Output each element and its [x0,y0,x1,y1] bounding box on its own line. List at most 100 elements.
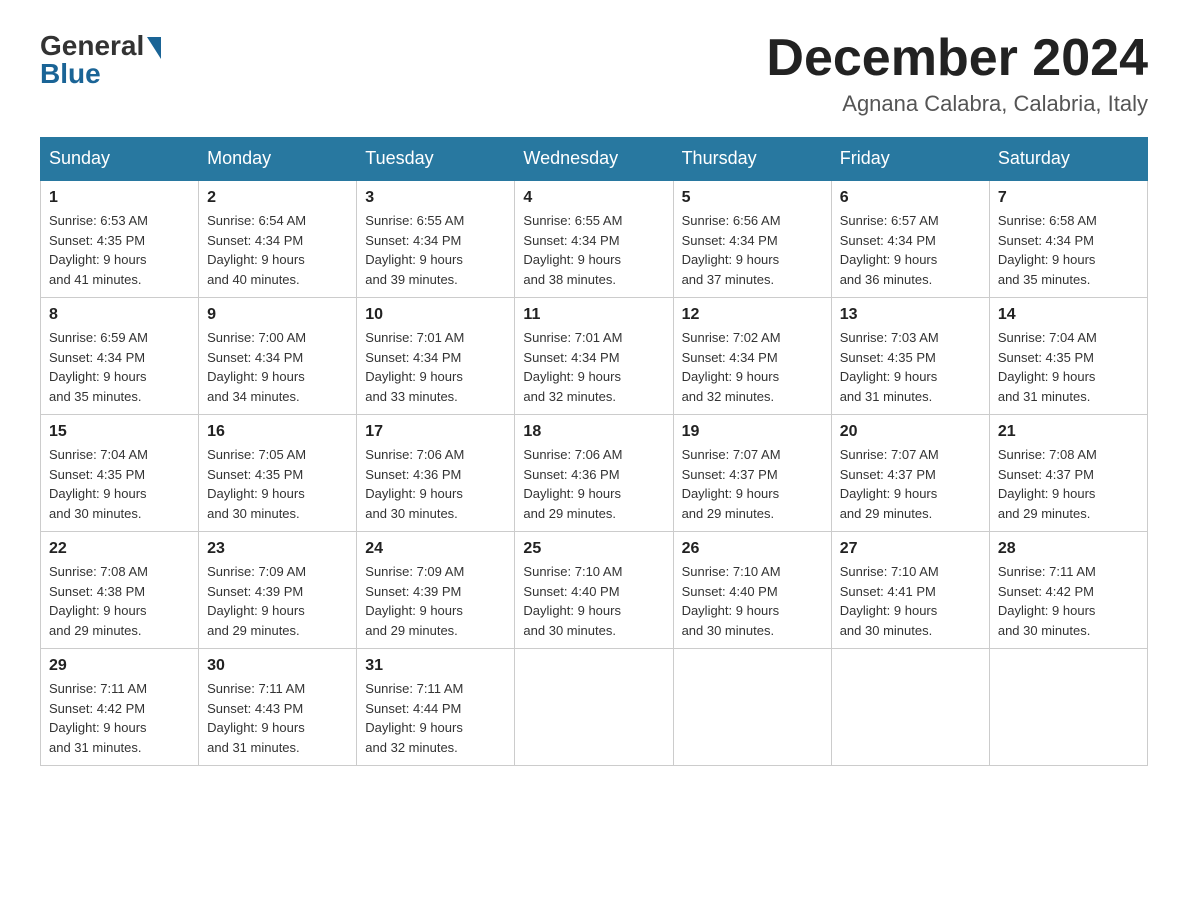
calendar-week-row: 8 Sunrise: 6:59 AMSunset: 4:34 PMDaylight… [41,298,1148,415]
calendar-day-cell: 12 Sunrise: 7:02 AMSunset: 4:34 PMDayligh… [673,298,831,415]
calendar-day-cell: 17Sunrise: 7:06 AMSunset: 4:36 PMDayligh… [357,415,515,532]
day-info: Sunrise: 7:00 AMSunset: 4:34 PMDaylight:… [207,328,348,406]
calendar-week-row: 15Sunrise: 7:04 AMSunset: 4:35 PMDayligh… [41,415,1148,532]
calendar-day-cell: 2 Sunrise: 6:54 AMSunset: 4:34 PMDaylight… [199,180,357,298]
day-number: 25 [523,540,664,558]
day-info: Sunrise: 7:02 AMSunset: 4:34 PMDaylight:… [682,328,823,406]
day-info: Sunrise: 6:59 AMSunset: 4:34 PMDaylight:… [49,328,190,406]
calendar-day-cell: 31 Sunrise: 7:11 AMSunset: 4:44 PMDayligh… [357,649,515,766]
day-info: Sunrise: 7:09 AMSunset: 4:39 PMDaylight:… [365,562,506,640]
day-info: Sunrise: 6:55 AMSunset: 4:34 PMDaylight:… [365,211,506,289]
day-info: Sunrise: 6:53 AMSunset: 4:35 PMDaylight:… [49,211,190,289]
day-number: 7 [998,189,1139,207]
day-number: 21 [998,423,1139,441]
day-number: 1 [49,189,190,207]
day-number: 5 [682,189,823,207]
day-number: 18 [523,423,664,441]
calendar-day-cell: 1 Sunrise: 6:53 AMSunset: 4:35 PMDaylight… [41,180,199,298]
day-number: 23 [207,540,348,558]
day-number: 9 [207,306,348,324]
day-info: Sunrise: 7:09 AMSunset: 4:39 PMDaylight:… [207,562,348,640]
day-info: Sunrise: 7:01 AMSunset: 4:34 PMDaylight:… [523,328,664,406]
calendar-day-cell: 20 Sunrise: 7:07 AMSunset: 4:37 PMDayligh… [831,415,989,532]
day-number: 3 [365,189,506,207]
day-info: Sunrise: 7:01 AMSunset: 4:34 PMDaylight:… [365,328,506,406]
calendar-day-cell: 24Sunrise: 7:09 AMSunset: 4:39 PMDayligh… [357,532,515,649]
calendar-day-cell: 23 Sunrise: 7:09 AMSunset: 4:39 PMDayligh… [199,532,357,649]
day-info: Sunrise: 7:10 AMSunset: 4:41 PMDaylight:… [840,562,981,640]
day-info: Sunrise: 6:55 AMSunset: 4:34 PMDaylight:… [523,211,664,289]
calendar-day-cell: 5 Sunrise: 6:56 AMSunset: 4:34 PMDaylight… [673,180,831,298]
calendar-day-cell: 14 Sunrise: 7:04 AMSunset: 4:35 PMDayligh… [989,298,1147,415]
day-number: 17 [365,423,506,441]
day-number: 4 [523,189,664,207]
calendar-table: SundayMondayTuesdayWednesdayThursdayFrid… [40,137,1148,766]
day-number: 14 [998,306,1139,324]
day-info: Sunrise: 6:57 AMSunset: 4:34 PMDaylight:… [840,211,981,289]
day-info: Sunrise: 7:11 AMSunset: 4:44 PMDaylight:… [365,679,506,757]
calendar-day-cell: 28 Sunrise: 7:11 AMSunset: 4:42 PMDayligh… [989,532,1147,649]
calendar-day-cell: 4 Sunrise: 6:55 AMSunset: 4:34 PMDaylight… [515,180,673,298]
day-info: Sunrise: 7:11 AMSunset: 4:43 PMDaylight:… [207,679,348,757]
day-info: Sunrise: 7:07 AMSunset: 4:37 PMDaylight:… [682,445,823,523]
day-number: 27 [840,540,981,558]
calendar-day-cell: 26 Sunrise: 7:10 AMSunset: 4:40 PMDayligh… [673,532,831,649]
calendar-day-cell: 30 Sunrise: 7:11 AMSunset: 4:43 PMDayligh… [199,649,357,766]
title-area: December 2024 Agnana Calabra, Calabria, … [766,30,1148,117]
day-info: Sunrise: 7:11 AMSunset: 4:42 PMDaylight:… [998,562,1139,640]
calendar-day-cell: 11 Sunrise: 7:01 AMSunset: 4:34 PMDayligh… [515,298,673,415]
day-info: Sunrise: 6:54 AMSunset: 4:34 PMDaylight:… [207,211,348,289]
day-number: 11 [523,306,664,324]
calendar-day-cell [989,649,1147,766]
calendar-day-cell: 25Sunrise: 7:10 AMSunset: 4:40 PMDayligh… [515,532,673,649]
day-number: 30 [207,657,348,675]
day-info: Sunrise: 7:08 AMSunset: 4:37 PMDaylight:… [998,445,1139,523]
day-number: 31 [365,657,506,675]
column-header-friday: Friday [831,138,989,181]
calendar-day-cell: 9 Sunrise: 7:00 AMSunset: 4:34 PMDaylight… [199,298,357,415]
day-number: 12 [682,306,823,324]
calendar-day-cell: 3 Sunrise: 6:55 AMSunset: 4:34 PMDaylight… [357,180,515,298]
day-number: 15 [49,423,190,441]
calendar-day-cell [831,649,989,766]
calendar-day-cell: 29Sunrise: 7:11 AMSunset: 4:42 PMDayligh… [41,649,199,766]
calendar-week-row: 29Sunrise: 7:11 AMSunset: 4:42 PMDayligh… [41,649,1148,766]
calendar-day-cell: 18 Sunrise: 7:06 AMSunset: 4:36 PMDayligh… [515,415,673,532]
day-number: 8 [49,306,190,324]
day-number: 2 [207,189,348,207]
calendar-day-cell: 22Sunrise: 7:08 AMSunset: 4:38 PMDayligh… [41,532,199,649]
day-number: 6 [840,189,981,207]
page-header: General Blue December 2024 Agnana Calabr… [40,30,1148,117]
day-info: Sunrise: 7:10 AMSunset: 4:40 PMDaylight:… [682,562,823,640]
calendar-day-cell: 21 Sunrise: 7:08 AMSunset: 4:37 PMDayligh… [989,415,1147,532]
day-number: 19 [682,423,823,441]
day-info: Sunrise: 7:11 AMSunset: 4:42 PMDaylight:… [49,679,190,757]
column-header-thursday: Thursday [673,138,831,181]
day-number: 26 [682,540,823,558]
day-number: 16 [207,423,348,441]
day-number: 13 [840,306,981,324]
location-subtitle: Agnana Calabra, Calabria, Italy [766,91,1148,117]
calendar-week-row: 1 Sunrise: 6:53 AMSunset: 4:35 PMDaylight… [41,180,1148,298]
calendar-day-cell: 6 Sunrise: 6:57 AMSunset: 4:34 PMDaylight… [831,180,989,298]
calendar-header-row: SundayMondayTuesdayWednesdayThursdayFrid… [41,138,1148,181]
calendar-day-cell [515,649,673,766]
calendar-week-row: 22Sunrise: 7:08 AMSunset: 4:38 PMDayligh… [41,532,1148,649]
day-info: Sunrise: 7:07 AMSunset: 4:37 PMDaylight:… [840,445,981,523]
day-info: Sunrise: 7:04 AMSunset: 4:35 PMDaylight:… [998,328,1139,406]
calendar-day-cell [673,649,831,766]
logo-blue-text: Blue [40,58,101,90]
calendar-day-cell: 10Sunrise: 7:01 AMSunset: 4:34 PMDayligh… [357,298,515,415]
day-info: Sunrise: 7:06 AMSunset: 4:36 PMDaylight:… [523,445,664,523]
calendar-day-cell: 7Sunrise: 6:58 AMSunset: 4:34 PMDaylight… [989,180,1147,298]
day-info: Sunrise: 6:56 AMSunset: 4:34 PMDaylight:… [682,211,823,289]
logo-triangle-icon [147,37,161,59]
day-info: Sunrise: 7:05 AMSunset: 4:35 PMDaylight:… [207,445,348,523]
column-header-monday: Monday [199,138,357,181]
calendar-day-cell: 8 Sunrise: 6:59 AMSunset: 4:34 PMDaylight… [41,298,199,415]
calendar-day-cell: 27 Sunrise: 7:10 AMSunset: 4:41 PMDayligh… [831,532,989,649]
day-number: 20 [840,423,981,441]
column-header-saturday: Saturday [989,138,1147,181]
day-number: 28 [998,540,1139,558]
day-number: 22 [49,540,190,558]
